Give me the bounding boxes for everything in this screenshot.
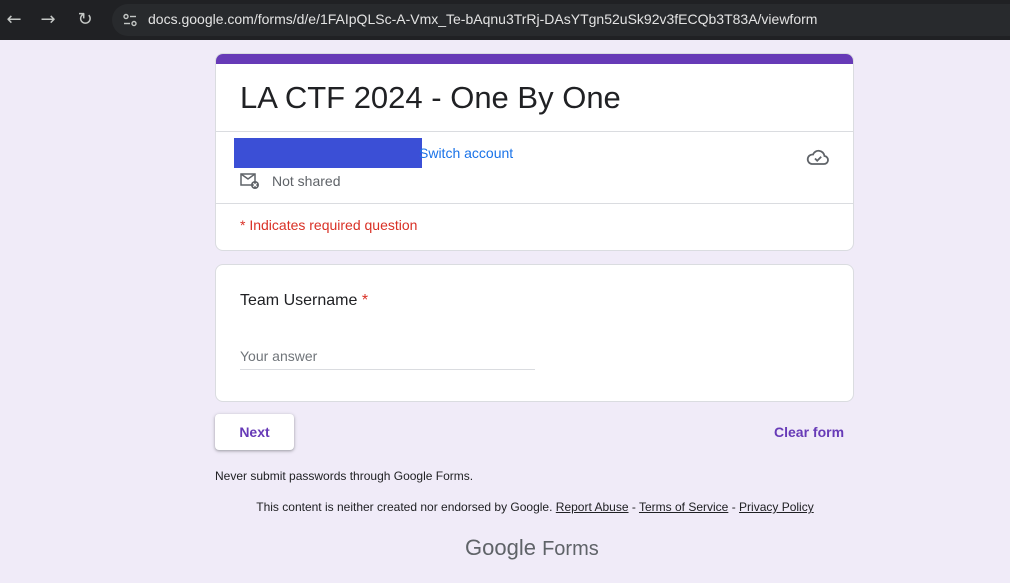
not-shared-label: Not shared: [272, 173, 341, 189]
divider: [216, 203, 853, 204]
required-note: * Indicates required question: [240, 217, 418, 233]
footer-disclaimer: This content is neither created nor endo…: [0, 500, 1010, 514]
form-header-card: LA CTF 2024 - One By One Switch account …: [215, 53, 854, 251]
question-label-text: Team Username: [240, 292, 358, 309]
brand-google: Google: [465, 535, 536, 560]
team-username-input[interactable]: [240, 343, 535, 370]
title-accent-bar: [216, 54, 853, 64]
forward-arrow-icon[interactable]: →: [36, 8, 60, 32]
browser-toolbar: ← → ↻ docs.google.com/forms/d/e/1FAIpQLS…: [0, 0, 1010, 40]
back-arrow-icon[interactable]: ←: [2, 8, 26, 32]
mail-not-shared-icon: [240, 173, 259, 189]
disclaimer-text: This content is neither created nor endo…: [256, 500, 553, 514]
next-button[interactable]: Next: [215, 414, 294, 450]
reload-icon[interactable]: ↻: [73, 8, 97, 32]
question-label: Team Username *: [240, 292, 368, 310]
password-warning: Never submit passwords through Google Fo…: [215, 469, 474, 483]
address-bar[interactable]: docs.google.com/forms/d/e/1FAIpQLSc-A-Vm…: [112, 4, 1010, 36]
report-abuse-link[interactable]: Report Abuse: [556, 500, 629, 514]
google-forms-logo[interactable]: Google Forms: [465, 535, 599, 561]
switch-account-link[interactable]: Switch account: [419, 145, 513, 161]
terms-link[interactable]: Terms of Service: [639, 500, 728, 514]
required-marker: *: [361, 292, 369, 309]
separator: -: [731, 500, 736, 514]
cloud-saved-icon[interactable]: [806, 146, 830, 168]
account-email-redacted: [234, 138, 422, 168]
url-text[interactable]: docs.google.com/forms/d/e/1FAIpQLSc-A-Vm…: [148, 11, 817, 27]
brand-forms: Forms: [542, 538, 599, 560]
divider: [216, 131, 853, 132]
question-card: Team Username *: [215, 264, 854, 402]
site-settings-icon[interactable]: [122, 12, 138, 28]
clear-form-button[interactable]: Clear form: [774, 424, 844, 440]
privacy-link[interactable]: Privacy Policy: [739, 500, 814, 514]
separator: -: [631, 500, 636, 514]
form-title: LA CTF 2024 - One By One: [240, 80, 621, 115]
